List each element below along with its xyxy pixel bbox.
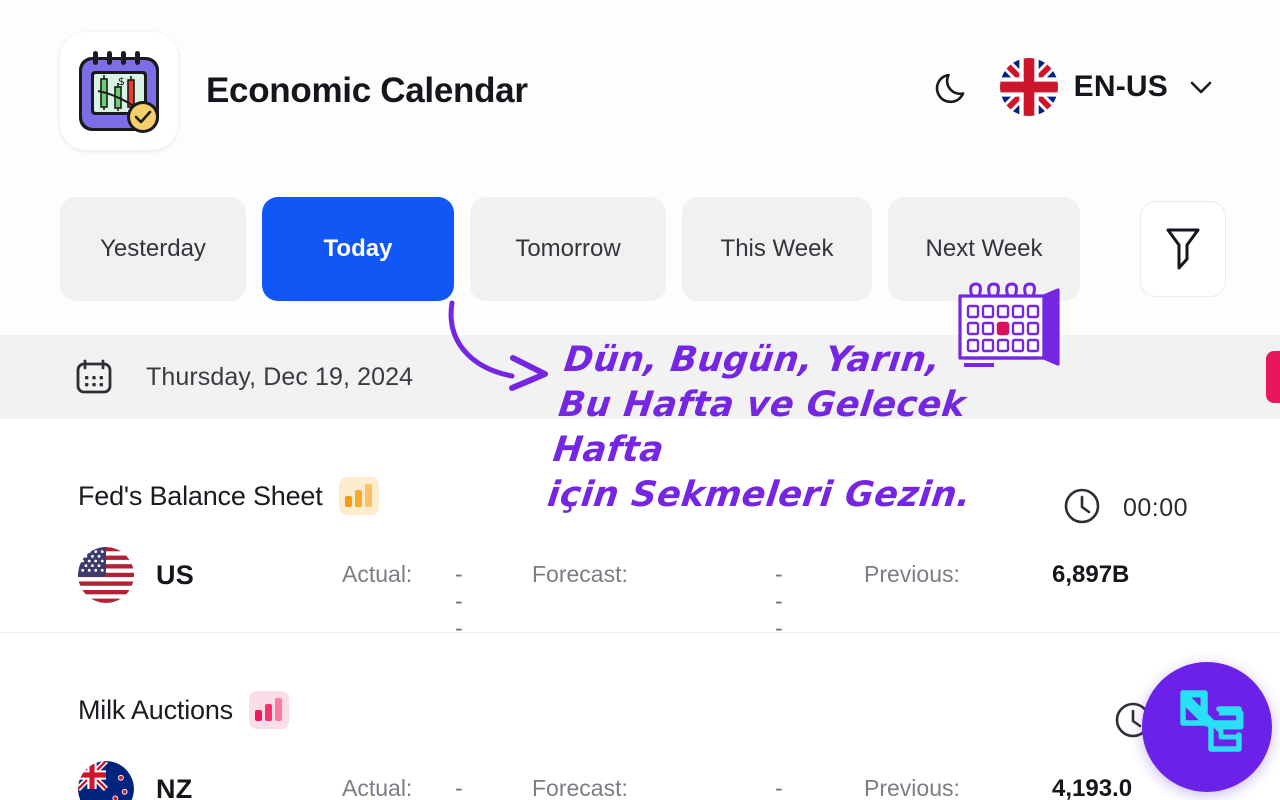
actual-value: --- — [455, 775, 463, 800]
calendar-icon — [74, 357, 114, 397]
event-country: NZ — [78, 761, 193, 800]
event-title-line: Milk Auctions — [78, 691, 289, 729]
language-label: EN-US — [1073, 70, 1168, 103]
forecast-label: Forecast: — [532, 775, 628, 800]
chevron-down-icon[interactable] — [1184, 70, 1218, 104]
event-title: Milk Auctions — [78, 694, 233, 725]
actual-label: Actual: — [342, 561, 413, 587]
forecast-value: --- — [775, 561, 783, 641]
country-code: NZ — [156, 773, 193, 800]
event-title: Fed's Balance Sheet — [78, 480, 323, 511]
stat-forecast: Forecast: --- — [532, 561, 783, 641]
brand-fab-button[interactable] — [1142, 662, 1272, 792]
previous-value: 6,897B — [1052, 561, 1130, 588]
event-time-value: 00:00 — [1122, 494, 1188, 522]
uk-flag-icon — [999, 58, 1058, 116]
event-time: 00:00 — [1061, 485, 1188, 532]
us-flag-icon — [78, 547, 134, 603]
svg-text:$: $ — [118, 75, 125, 88]
current-date-label: Thursday, Dec 19, 2024 — [146, 362, 414, 391]
actual-label: Actual: — [342, 775, 413, 800]
country-code: US — [156, 559, 195, 590]
page-title: Economic Calendar — [206, 71, 528, 110]
table-row[interactable]: Fed's Balance Sheet US Actual: --- Forec… — [0, 419, 1280, 641]
date-range-tabs: Yesterday Today Tomorrow This Week Next … — [60, 197, 1226, 301]
tab-this-week[interactable]: This Week — [682, 197, 872, 301]
stat-previous: Previous: 4,193.0 — [864, 775, 1132, 800]
language-selector[interactable]: EN-US — [999, 58, 1218, 116]
event-stats: Actual: --- Forecast: --- Previous: 6,89… — [342, 561, 1152, 641]
stat-forecast: Forecast: --- — [532, 775, 783, 800]
filter-funnel-icon — [1162, 222, 1204, 277]
forecast-label: Forecast: — [532, 561, 628, 587]
date-strip-badge — [1266, 351, 1280, 403]
brand: $ Economic Calendar — [60, 32, 528, 150]
moon-icon[interactable] — [928, 62, 978, 112]
stat-previous: Previous: 6,897B — [864, 561, 1129, 588]
event-country: US — [78, 547, 194, 603]
clock-icon — [1061, 485, 1103, 532]
tab-tomorrow[interactable]: Tomorrow — [470, 197, 666, 301]
forecast-value: --- — [775, 775, 783, 800]
bar-chart-impact-icon — [338, 477, 379, 515]
economic-calendar-screen: $ Economic Calendar EN-US Yesterday Toda… — [0, 0, 1280, 800]
tab-yesterday[interactable]: Yesterday — [60, 197, 246, 301]
table-row[interactable]: Milk Auctions NZ Actual: - Forecast: - P… — [0, 632, 1280, 800]
event-title-line: Fed's Balance Sheet — [78, 477, 379, 515]
header-actions: EN-US — [928, 58, 1218, 116]
app-header: $ Economic Calendar EN-US — [0, 0, 1280, 182]
event-stats: Actual: --- Forecast: --- Previous: 4,19… — [342, 775, 1152, 800]
bar-chart-impact-icon — [248, 691, 289, 729]
actual-value: --- — [455, 561, 463, 641]
date-strip: Thursday, Dec 19, 2024 — [0, 335, 1280, 419]
economic-calendar-app-icon: $ — [60, 32, 178, 150]
nz-flag-icon — [78, 761, 134, 800]
event-list: Fed's Balance Sheet US Actual: --- Forec… — [0, 419, 1280, 800]
tab-today[interactable]: Today — [262, 197, 454, 301]
previous-label: Previous: — [864, 561, 960, 587]
stat-actual: Actual: --- — [342, 561, 463, 641]
stat-actual: Actual: --- — [342, 775, 463, 800]
previous-label: Previous: — [864, 775, 960, 800]
brand-l-logo-icon — [1161, 679, 1253, 776]
tab-next-week[interactable]: Next Week — [888, 197, 1080, 301]
filter-button[interactable] — [1140, 201, 1226, 297]
previous-value: 4,193.0 — [1052, 775, 1133, 800]
